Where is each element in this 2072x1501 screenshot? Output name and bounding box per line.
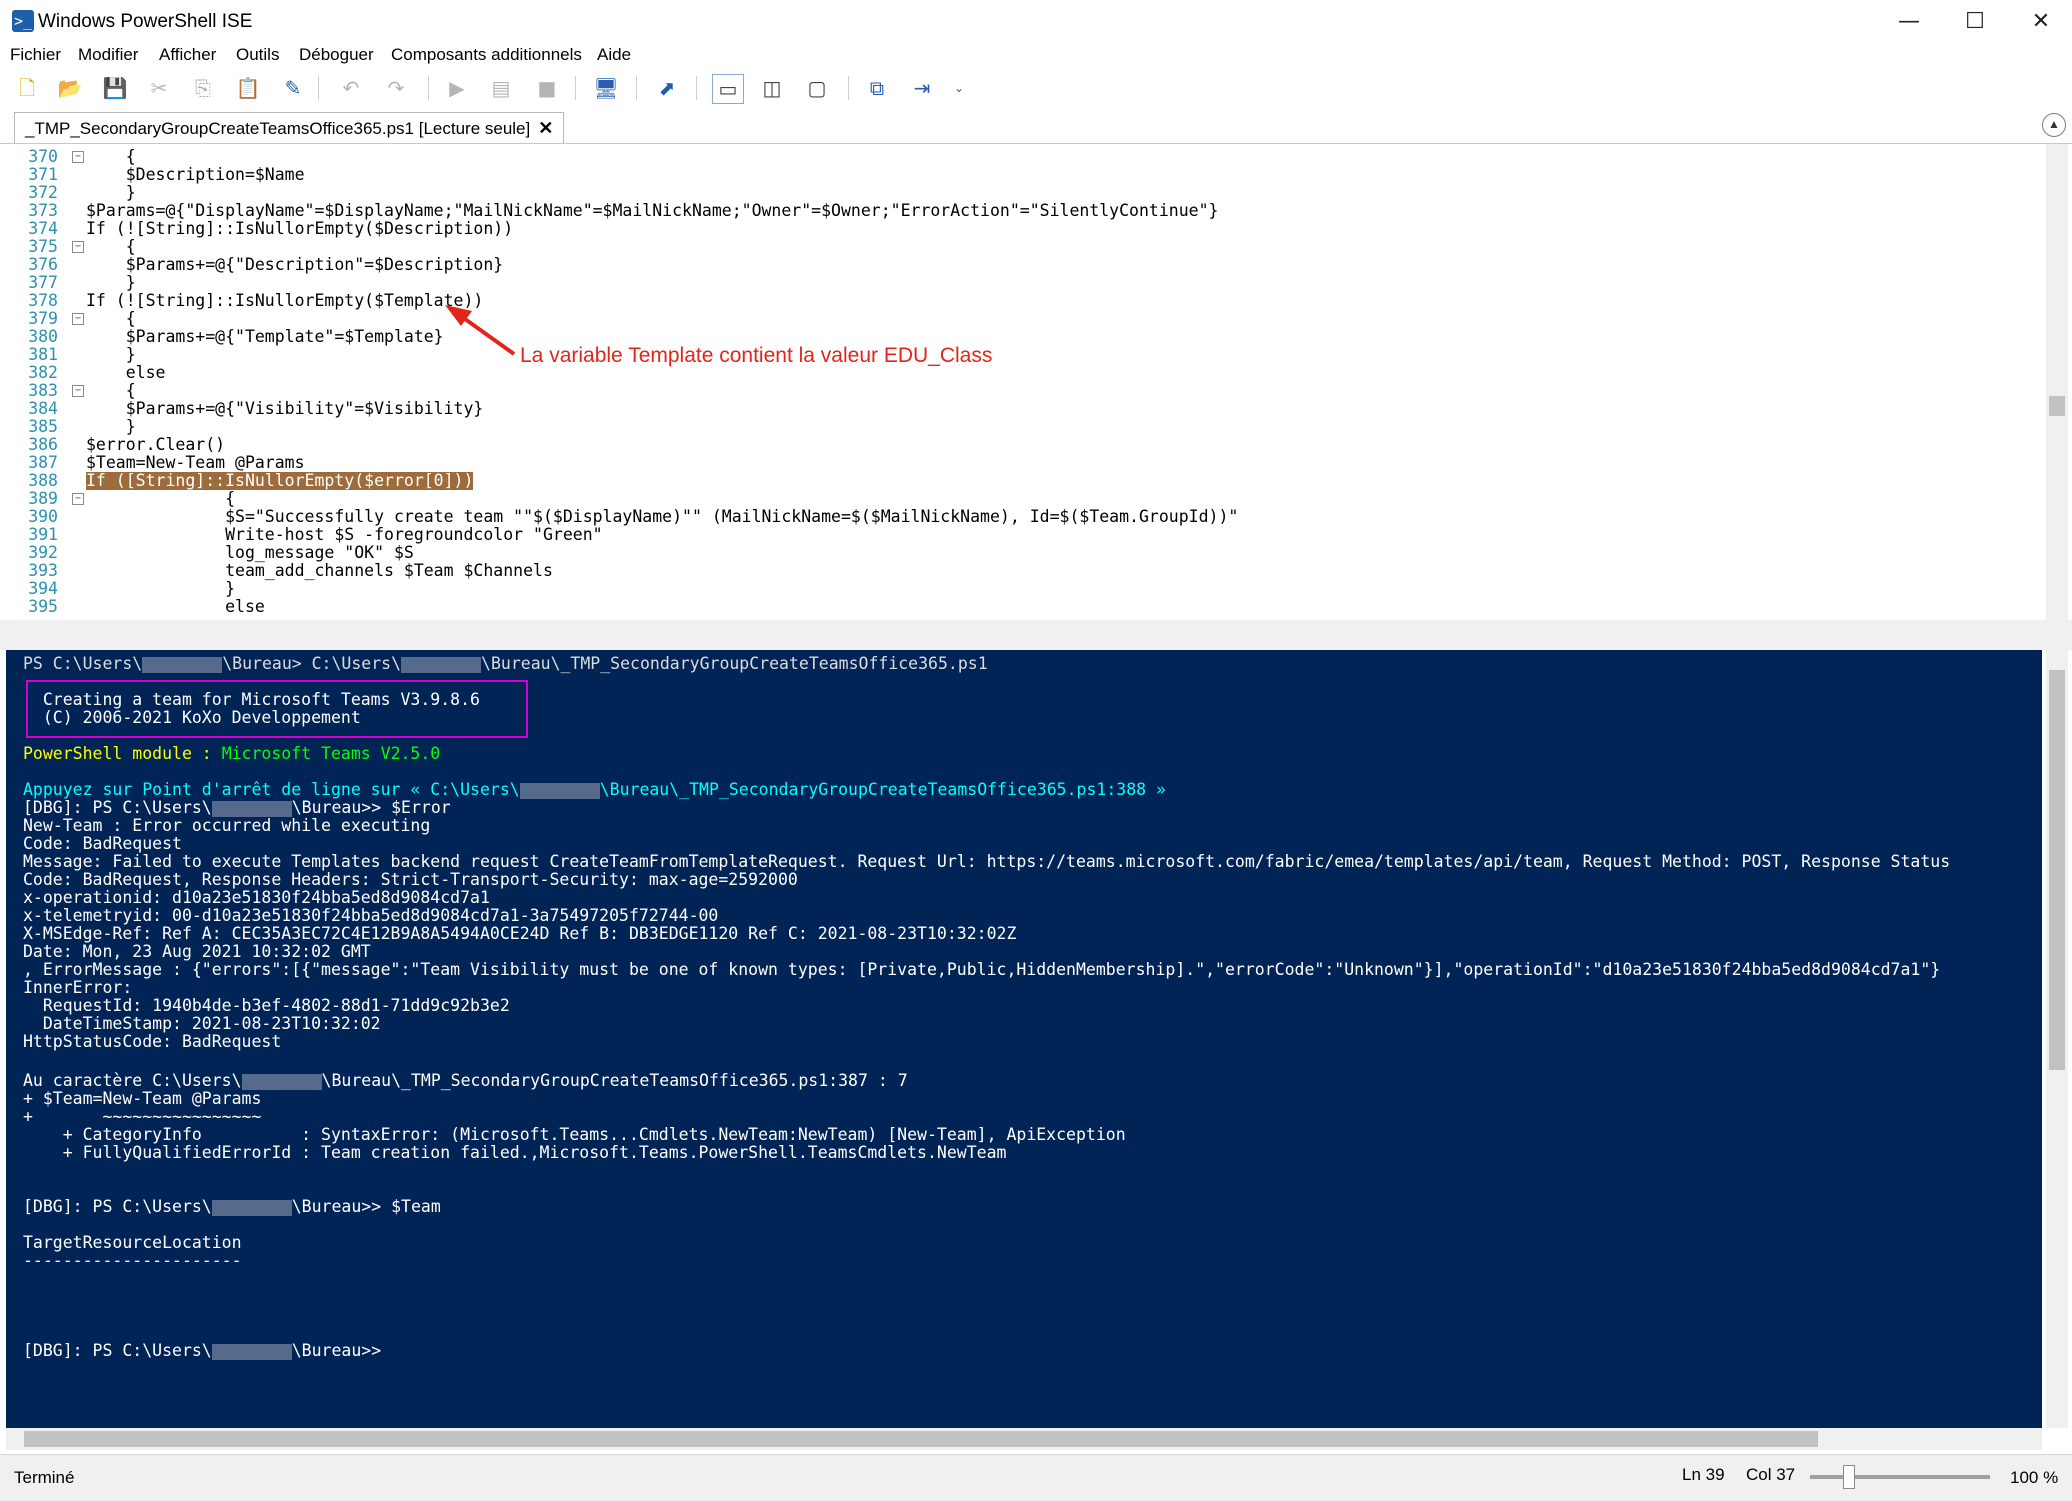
error-output-line: HttpStatusCode: BadRequest [23,1032,282,1051]
error-output-line: Code: BadRequest [23,834,182,853]
error-output-line: x-telemetryid: 00-d10a23e51830f24bba5ed8… [23,906,719,925]
redacted-username [401,656,482,673]
debug-prompt: [DBG]: PS C:\Users\ \Bureau>> $Team [23,1197,441,1216]
error-output-line: , ErrorMessage : {"errors":[{"message":"… [23,960,1941,979]
line-number: Ln 39 [1682,1465,1725,1484]
error-trace-line: + CategoryInfo : SyntaxError: (Microsoft… [23,1125,1126,1144]
console-pane[interactable]: PS C:\Users\ \Bureau> C:\Users\ \Bureau\_T… [6,650,2042,1428]
error-output-line: X-MSEdge-Ref: Ref A: CEC35A3EC72C4E12B9A… [23,924,1017,943]
redacted-username [211,1343,292,1360]
error-output-line: DateTimeStamp: 2021-08-23T10:32:02 [23,1014,381,1033]
error-trace-line: + FullyQualifiedErrorId : Team creation … [23,1143,1007,1162]
banner-line: Creating a team for Microsoft Teams V3.9… [23,690,480,709]
error-output-line: Code: BadRequest, Response Headers: Stri… [23,870,798,889]
debug-prompt: [DBG]: PS C:\Users\ \Bureau>> [23,1341,382,1360]
property-underline: ---------------------- [23,1251,242,1270]
zoom-slider[interactable] [1810,1475,1990,1479]
console-scrollbar[interactable] [2046,650,2068,1428]
console-horizontal-scrollbar[interactable] [6,1428,2042,1450]
console-scroll-thumb[interactable] [2049,670,2065,1070]
error-output-line: New-Team : Error occurred while executin… [23,816,431,835]
error-output-line: InnerError: [23,978,133,997]
column-number: Col 37 [1746,1465,1796,1484]
breakpoint-message: Appuyez sur Point d'arrêt de ligne sur «… [23,780,1166,799]
zoom-level: 100 % [2010,1468,2059,1487]
status-bar: Terminé Ln 39 Col 37 100 % [0,1454,2072,1501]
error-output-line: x-operationid: d10a23e51830f24bba5ed8d90… [23,888,490,907]
debug-prompt: [DBG]: PS C:\Users\ \Bureau>> $Error [23,798,451,817]
redacted-username [211,1199,292,1216]
error-trace-line: + ~~~~~~~~~~~~~~~~ [23,1107,262,1126]
error-output-line: Date: Mon, 23 Aug 2021 10:32:02 GMT [23,942,371,961]
error-trace-line: + $Team=New-Team @Params [23,1089,262,1108]
annotation-text: La variable Template contient la valeur … [520,344,993,367]
status-text: Terminé [14,1468,75,1487]
module-line: PowerShell module : Microsoft Teams V2.5… [23,744,441,763]
error-output-line: Message: Failed to execute Templates bac… [23,852,1951,871]
banner-line: (C) 2006-2021 KoXo Developpement [23,708,361,727]
redacted-username [241,1073,322,1090]
redacted-username [142,656,223,673]
redacted-username [211,800,292,817]
horizontal-scroll-thumb[interactable] [24,1431,1818,1447]
error-output-line: RequestId: 1940b4de-b3ef-4802-88d1-71dd9… [23,996,510,1015]
property-header: TargetResourceLocation [23,1233,242,1252]
console-prompt: PS C:\Users\ \Bureau> C:\Users\ \Bureau\_T… [23,654,988,673]
error-location: Au caractère C:\Users\ \Bureau\_TMP_Secon… [23,1071,908,1090]
pane-splitter[interactable] [0,620,2072,650]
redacted-username [519,782,600,799]
zoom-slider-thumb[interactable] [1843,1465,1855,1489]
